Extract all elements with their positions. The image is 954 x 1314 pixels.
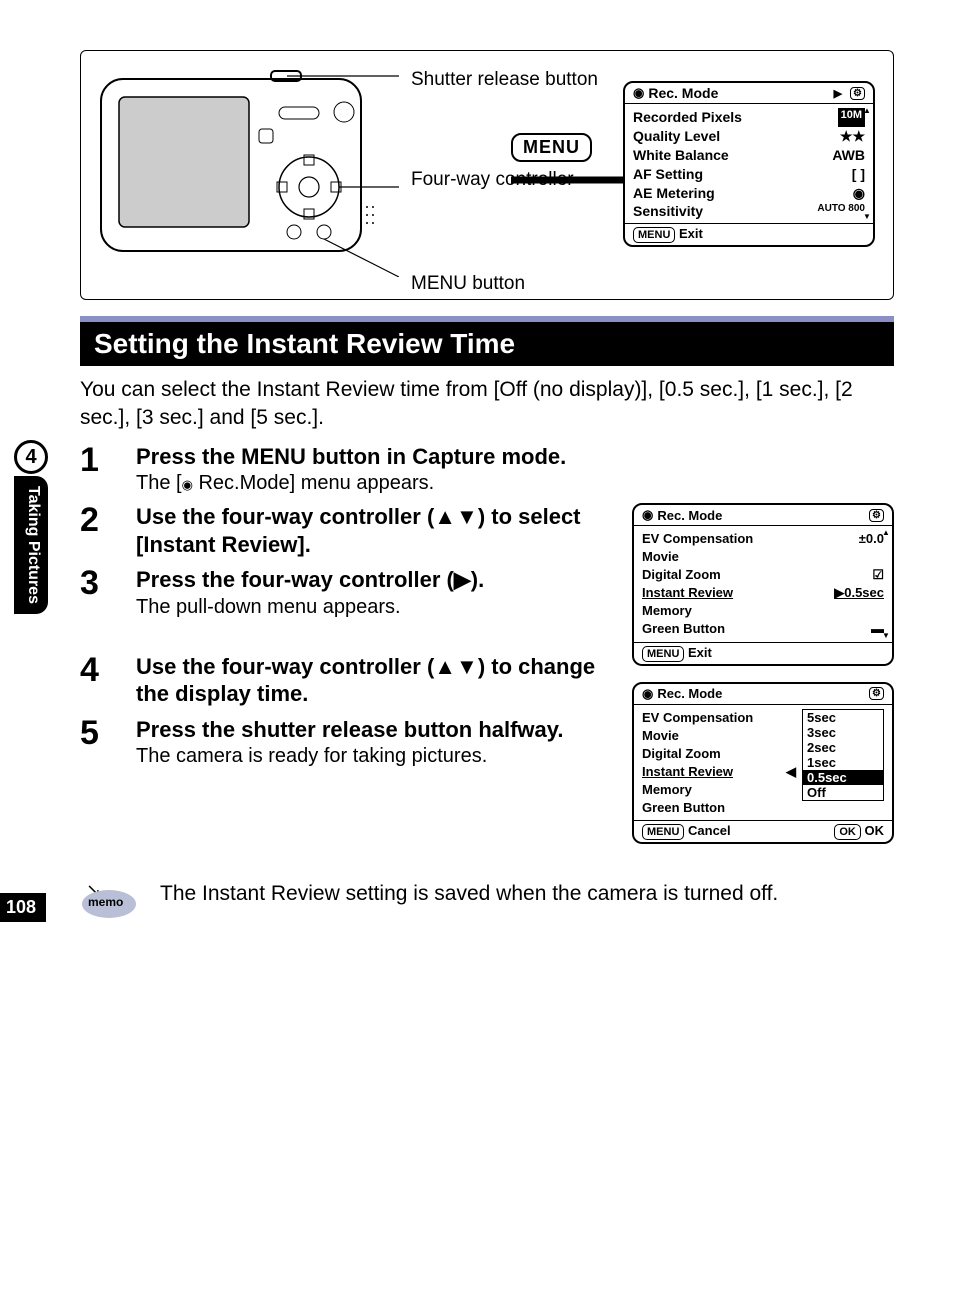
lcd-footer-cancel: Cancel bbox=[688, 823, 731, 838]
diagram-box: Shutter release button Four-way controll… bbox=[80, 50, 894, 300]
left-triangle-icon: ◀ bbox=[786, 763, 796, 781]
camera-illustration bbox=[99, 67, 399, 282]
row-value: ▶0.5sec bbox=[834, 584, 884, 602]
callout-shutter: Shutter release button bbox=[411, 69, 598, 91]
section-label: Taking Pictures bbox=[14, 476, 48, 614]
page-number: 108 bbox=[0, 893, 46, 922]
lcd-title: Rec. Mode bbox=[648, 85, 718, 101]
step-desc: The pull-down menu appears. bbox=[136, 596, 618, 619]
step-title: Use the four-way controller (▲▼) to sele… bbox=[136, 503, 618, 558]
row-label: Movie bbox=[642, 727, 679, 745]
row-label: Memory bbox=[642, 781, 692, 799]
lcd-footer: Exit bbox=[688, 645, 712, 660]
scrollbar-icon: ▲▼ bbox=[882, 528, 890, 640]
row-label-highlight: Instant Review bbox=[642, 763, 733, 781]
row-label: Recorded Pixels bbox=[633, 108, 742, 127]
row-value: ★★ bbox=[840, 127, 865, 146]
lcd-rec-mode-main: ◉ Rec. Mode ▶ ⚙ Recorded Pixels 10M Quali… bbox=[623, 81, 875, 247]
dropdown-options: 5sec 3sec 2sec 1sec 0.5sec Off bbox=[802, 709, 884, 801]
menu-pill-icon: MENU bbox=[642, 646, 684, 662]
row-value: AUTO 800 bbox=[817, 202, 865, 221]
scrollbar-icon: ▲▼ bbox=[863, 106, 871, 221]
camera-icon: ◉ bbox=[642, 686, 653, 702]
option: 5sec bbox=[803, 710, 883, 725]
option: 2sec bbox=[803, 740, 883, 755]
row-value: 10M bbox=[838, 108, 865, 127]
row-label: AE Metering bbox=[633, 184, 715, 203]
step-number: 4 bbox=[80, 653, 114, 708]
option: 3sec bbox=[803, 725, 883, 740]
step-2: 2 Use the four-way controller (▲▼) to se… bbox=[80, 503, 618, 558]
option: Off bbox=[803, 785, 883, 800]
row-label: Movie bbox=[642, 548, 679, 566]
step-number: 2 bbox=[80, 503, 114, 558]
row-label: EV Compensation bbox=[642, 530, 753, 548]
tool-tab-icon: ⚙ bbox=[869, 687, 884, 700]
step-desc: The camera is ready for taking pictures. bbox=[136, 745, 618, 768]
row-label: Digital Zoom bbox=[642, 745, 721, 763]
memo-text: The Instant Review setting is saved when… bbox=[160, 882, 778, 906]
tool-tab-icon: ⚙ bbox=[869, 509, 884, 522]
row-value: ±0.0 bbox=[859, 530, 884, 548]
ok-pill-icon: OK bbox=[834, 824, 861, 840]
row-label: Sensitivity bbox=[633, 202, 703, 221]
step-4: 4 Use the four-way controller (▲▼) to ch… bbox=[80, 653, 618, 708]
camera-icon: ◉ bbox=[642, 507, 653, 523]
row-label: Green Button bbox=[642, 620, 725, 638]
lcd-title: Rec. Mode bbox=[657, 686, 722, 701]
row-label-highlight: Instant Review bbox=[642, 584, 733, 602]
tool-tab-icon: ⚙ bbox=[850, 87, 865, 100]
menu-button-icon: MENU bbox=[511, 133, 592, 162]
step-number: 3 bbox=[80, 566, 114, 619]
camera-icon: ◉ bbox=[182, 477, 193, 492]
sidebar: 4 Taking Pictures bbox=[0, 440, 48, 614]
chapter-number: 4 bbox=[14, 440, 48, 474]
row-label: Quality Level bbox=[633, 127, 720, 146]
step-title: Press the MENU button in Capture mode. bbox=[136, 443, 894, 471]
lead-paragraph: You can select the Instant Review time f… bbox=[80, 376, 894, 433]
step-title: Press the four-way controller (▶). bbox=[136, 566, 618, 594]
callout-menu-button: MENU button bbox=[411, 273, 525, 295]
memo-icon: ↘ memo bbox=[80, 882, 138, 922]
right-triangle-icon: ▶ bbox=[834, 87, 842, 100]
lcd-footer-ok: OK bbox=[865, 823, 885, 838]
step-number: 1 bbox=[80, 443, 114, 496]
menu-pill-icon: MENU bbox=[642, 824, 684, 840]
option: 1sec bbox=[803, 755, 883, 770]
lcd-rec-mode-instant-review: ◉ Rec. Mode ⚙ EV Compensation±0.0 Movie … bbox=[632, 503, 894, 666]
memo-note: ↘ memo The Instant Review setting is sav… bbox=[80, 882, 894, 922]
step-5: 5 Press the shutter release button halfw… bbox=[80, 716, 618, 769]
step-3: 3 Press the four-way controller (▶). The… bbox=[80, 566, 618, 619]
lcd-title: Rec. Mode bbox=[657, 508, 722, 523]
step-title: Press the shutter release button halfway… bbox=[136, 716, 618, 744]
row-label: White Balance bbox=[633, 146, 729, 165]
row-label: AF Setting bbox=[633, 165, 703, 184]
row-label: EV Compensation bbox=[642, 709, 753, 727]
row-value: AWB bbox=[832, 146, 865, 165]
section-heading: Setting the Instant Review Time bbox=[80, 316, 894, 366]
lcd-rec-mode-dropdown: ◉ Rec. Mode ⚙ EV Compensation Movie Digi… bbox=[632, 682, 894, 845]
lcd-footer: Exit bbox=[679, 226, 703, 241]
option-selected: 0.5sec bbox=[803, 770, 883, 785]
row-label: Memory bbox=[642, 602, 692, 620]
step-title: Use the four-way controller (▲▼) to chan… bbox=[136, 653, 618, 708]
row-label: Green Button bbox=[642, 799, 725, 817]
menu-pill-icon: MENU bbox=[633, 227, 675, 243]
camera-icon: ◉ bbox=[633, 85, 644, 101]
step-1: 1 Press the MENU button in Capture mode.… bbox=[80, 443, 894, 496]
step-number: 5 bbox=[80, 716, 114, 769]
row-label: Digital Zoom bbox=[642, 566, 721, 584]
step-desc: The [◉ Rec.Mode] menu appears. bbox=[136, 472, 894, 495]
